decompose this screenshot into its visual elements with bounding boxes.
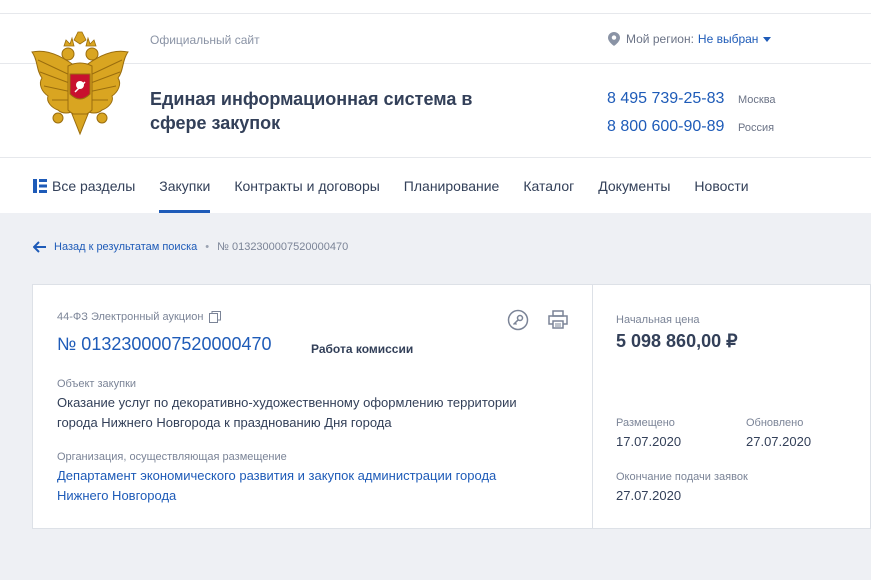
location-pin-icon bbox=[608, 32, 620, 46]
region-value[interactable]: Не выбран bbox=[698, 32, 759, 46]
phone-number[interactable]: 8 800 600-90-89 bbox=[607, 118, 738, 136]
copy-icon[interactable] bbox=[209, 311, 222, 323]
back-to-results-link[interactable]: Назад к результатам поиска bbox=[54, 241, 197, 253]
law-type: 44-ФЗ Электронный аукцион bbox=[57, 311, 222, 323]
nav-item-all-sections[interactable]: Все разделы bbox=[33, 158, 135, 213]
caret-down-icon[interactable] bbox=[763, 36, 772, 42]
arrow-left-icon[interactable] bbox=[33, 241, 46, 253]
status-badge: Работа комиссии bbox=[311, 342, 414, 356]
nav-item-purchases[interactable]: Закупки bbox=[159, 158, 211, 213]
region-label: Мой регион: bbox=[626, 32, 694, 46]
organization-label: Организация, осуществляющая размещение bbox=[57, 451, 287, 463]
phone-caption: Москва bbox=[738, 94, 776, 106]
updated-label: Обновлено bbox=[746, 417, 804, 429]
phone-caption: Россия bbox=[738, 122, 775, 134]
site-header: Официальный сайт Мой регион: Не выбран Е… bbox=[0, 0, 871, 213]
nav-item-contracts[interactable]: Контракты и договоры bbox=[234, 158, 379, 213]
breadcrumb-current: № 0132300007520000470 bbox=[217, 241, 349, 253]
law-type-label: 44-ФЗ Электронный аукцион bbox=[57, 311, 204, 323]
nav-item-catalog[interactable]: Каталог bbox=[523, 158, 574, 213]
nav-label: Планирование bbox=[403, 177, 500, 194]
object-text: Оказание услуг по декоративно-художестве… bbox=[57, 395, 517, 430]
printer-icon[interactable] bbox=[548, 310, 568, 329]
official-site-label: Официальный сайт bbox=[150, 33, 260, 47]
phone-list: 8 495 739-25-83 Москва 8 800 600-90-89 Р… bbox=[607, 90, 776, 146]
nav-item-planning[interactable]: Планирование bbox=[404, 158, 500, 213]
nav-label: Все разделы bbox=[52, 177, 136, 194]
header-top-divider bbox=[0, 13, 871, 14]
price-label: Начальная цена bbox=[616, 314, 700, 326]
deadline-label: Окончание подачи заявок bbox=[616, 471, 748, 483]
initial-price: 5 098 860,00 ₽ bbox=[616, 331, 738, 351]
nav-label: Документы bbox=[598, 177, 671, 194]
posted-label: Размещено bbox=[616, 417, 675, 429]
coat-of-arms-logo[interactable] bbox=[28, 30, 132, 140]
main-nav: Все разделы Закупки Контракты и договоры… bbox=[33, 158, 773, 213]
object-label: Объект закупки bbox=[57, 378, 137, 390]
breadcrumb-separator: • bbox=[205, 241, 210, 253]
site-title: Единая информационная система в сфере за… bbox=[150, 89, 473, 133]
breadcrumb: Назад к результатам поиска • № 013230000… bbox=[33, 241, 348, 253]
phone-moscow: 8 495 739-25-83 Москва bbox=[607, 90, 776, 118]
region-selector[interactable]: Мой регион: Не выбран bbox=[608, 32, 772, 46]
grid-menu-icon bbox=[33, 178, 47, 193]
nav-label: Каталог bbox=[523, 177, 575, 194]
purchase-number-link[interactable]: № 0132300007520000470 bbox=[57, 334, 272, 355]
phone-number[interactable]: 8 495 739-25-83 bbox=[607, 90, 738, 108]
organization-link[interactable]: Департамент экономического развития и за… bbox=[57, 466, 537, 506]
updated-date: 27.07.2020 bbox=[746, 434, 812, 449]
nav-label: Новости bbox=[694, 177, 749, 194]
deadline-date: 27.07.2020 bbox=[616, 488, 682, 503]
nav-label: Контракты и договоры bbox=[234, 177, 380, 194]
phone-russia: 8 800 600-90-89 Россия bbox=[607, 118, 776, 146]
purchase-card: 44-ФЗ Электронный аукцион № 013230000752… bbox=[32, 284, 871, 529]
key-icon[interactable] bbox=[507, 309, 529, 331]
card-divider bbox=[592, 285, 593, 528]
nav-item-documents[interactable]: Документы bbox=[598, 158, 670, 213]
nav-label: Закупки bbox=[159, 177, 211, 194]
nav-item-news[interactable]: Новости bbox=[694, 158, 748, 213]
posted-date: 17.07.2020 bbox=[616, 434, 682, 449]
